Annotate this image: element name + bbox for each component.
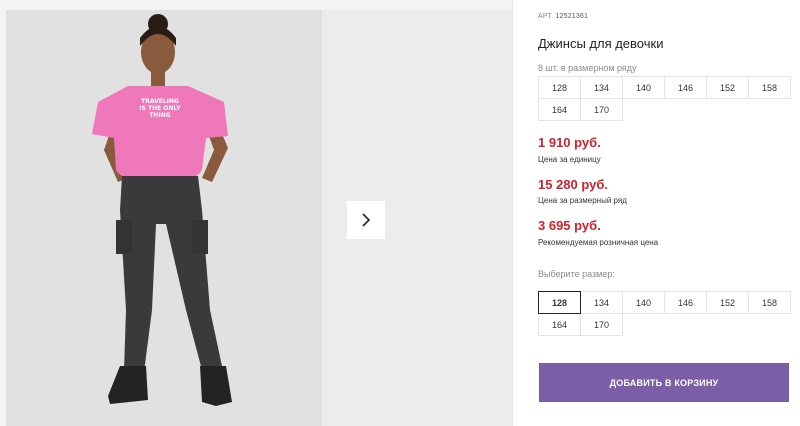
pack-size-cell: 164: [538, 98, 581, 121]
shirt-print-line: TRAVELING: [141, 98, 179, 105]
size-option[interactable]: 140: [622, 291, 665, 314]
pack-size-cell: 170: [580, 98, 623, 121]
pack-size-cell: 128: [538, 76, 581, 99]
pack-size-cell: 134: [580, 76, 623, 99]
pack-size-cell: 146: [664, 76, 707, 99]
size-option[interactable]: 134: [580, 291, 623, 314]
chevron-right-icon: [362, 213, 371, 227]
price-unit: 1 910 руб.: [538, 135, 601, 150]
add-to-cart-button[interactable]: ДОБАВИТЬ В КОРЗИНУ: [539, 363, 789, 402]
product-photo[interactable]: TRAVELING IS THE ONLY THING: [6, 10, 322, 426]
sku-value: 12521361: [555, 13, 589, 20]
pack-label: 8 шт. в размерном ряду: [538, 63, 637, 73]
sku: АРТ. 12521361: [538, 13, 588, 20]
shirt-print-line: THING: [149, 112, 171, 119]
pack-size-cell: 152: [706, 76, 749, 99]
panel-divider: [512, 0, 513, 426]
model-illustration: [6, 10, 322, 426]
pack-sizes-grid: 128 134 140 146 152 158 164 170: [538, 76, 791, 121]
next-photo-button[interactable]: [347, 201, 385, 239]
price-retail-caption: Рекомендуемая розничная цена: [538, 238, 659, 247]
size-option[interactable]: 158: [748, 291, 791, 314]
price-unit-caption: Цена за единицу: [538, 155, 601, 164]
size-option[interactable]: 164: [538, 313, 581, 336]
size-option[interactable]: 152: [706, 291, 749, 314]
size-option[interactable]: 170: [580, 313, 623, 336]
choose-size-label: Выберите размер:: [538, 269, 615, 279]
price-pack: 15 280 руб.: [538, 177, 609, 192]
pack-size-cell: 140: [622, 76, 665, 99]
product-gallery: TRAVELING IS THE ONLY THING: [0, 0, 512, 426]
sku-label: АРТ.: [538, 13, 554, 20]
pack-size-cell: 158: [748, 76, 791, 99]
size-selector: 128 134 140 146 152 158 164 170: [538, 291, 791, 336]
size-option-selected[interactable]: 128: [538, 291, 581, 314]
shirt-print: TRAVELING IS THE ONLY THING: [130, 98, 190, 119]
price-retail: 3 695 руб.: [538, 218, 601, 233]
shirt-print-line: IS THE ONLY: [139, 105, 181, 112]
product-title: Джинсы для девочки: [538, 36, 664, 51]
price-pack-caption: Цена за размерный ряд: [538, 196, 627, 205]
size-option[interactable]: 146: [664, 291, 707, 314]
